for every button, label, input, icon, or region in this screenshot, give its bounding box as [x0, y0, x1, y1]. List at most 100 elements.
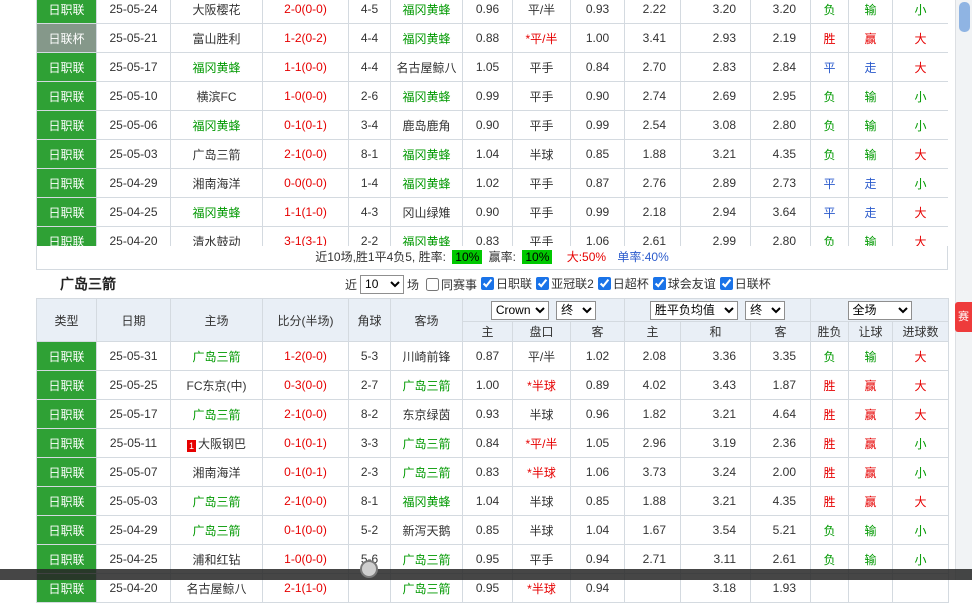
match-date: 25-04-29: [97, 516, 171, 545]
score: 2-1(0-0): [263, 400, 349, 429]
home-team[interactable]: 1大阪钢巴: [171, 429, 263, 458]
home-team[interactable]: 福冈黄蜂: [171, 198, 263, 227]
league-filter-checkbox[interactable]: [481, 277, 494, 290]
home-team[interactable]: 广岛三箭: [171, 400, 263, 429]
eu-draw-odds: 3.43: [681, 371, 751, 400]
score: 2-1(0-0): [263, 140, 349, 169]
corner-count: 3-3: [349, 429, 391, 458]
ah-away-odds: 0.84: [571, 53, 625, 82]
same-event-checkbox[interactable]: [426, 278, 439, 291]
league-badge: 日职联: [37, 140, 97, 169]
match-row: 日职联25-04-25福冈黄蜂1-1(1-0)4-3冈山绿雉0.90平手0.99…: [37, 198, 949, 227]
media-widget-icon[interactable]: [360, 560, 378, 578]
vertical-scrollbar[interactable]: [955, 0, 972, 580]
away-team[interactable]: 东京绿茵: [391, 400, 463, 429]
eu-draw-odds: 3.54: [681, 516, 751, 545]
eu-away-odds: 2.36: [751, 429, 811, 458]
league-filter[interactable]: 日联杯: [720, 275, 771, 292]
away-team[interactable]: 福冈黄蜂: [391, 227, 463, 247]
home-team[interactable]: 广岛三箭: [171, 342, 263, 371]
league-filter[interactable]: 日职联: [481, 275, 532, 292]
league-badge: 日职联: [37, 0, 97, 24]
home-team[interactable]: 福冈黄蜂: [171, 111, 263, 140]
league-filter[interactable]: 日超杯: [598, 275, 649, 292]
away-team[interactable]: 福冈黄蜂: [391, 140, 463, 169]
away-team[interactable]: 广岛三箭: [391, 458, 463, 487]
match-date: 25-05-31: [97, 342, 171, 371]
home-team[interactable]: 富山胜利: [171, 24, 263, 53]
ah-line: 半球: [513, 140, 571, 169]
eu-away-odds: 3.35: [751, 342, 811, 371]
goals-result-cell: 大: [893, 198, 949, 227]
corner-count: 4-5: [349, 0, 391, 24]
ah-away-odds: 1.02: [571, 342, 625, 371]
home-team[interactable]: 广岛三箭: [171, 516, 263, 545]
eu-away-odds: 2.95: [751, 82, 811, 111]
league-filter-checkbox[interactable]: [536, 277, 549, 290]
home-team[interactable]: FC东京(中): [171, 371, 263, 400]
odds-final-select[interactable]: 终: [556, 301, 596, 320]
away-team[interactable]: 名古屋鲸八: [391, 53, 463, 82]
eu-away-odds: 1.87: [751, 371, 811, 400]
recent-count-select[interactable]: 10: [360, 275, 404, 294]
match-date: 25-04-25: [97, 198, 171, 227]
away-team[interactable]: 福冈黄蜂: [391, 24, 463, 53]
match-row: 日职联25-05-17广岛三箭2-1(0-0)8-2东京绿茵0.93半球0.96…: [37, 400, 949, 429]
result-cell: 负: [811, 111, 849, 140]
eu-home-odds: 2.61: [625, 227, 681, 247]
handicap-result-cell: 赢: [849, 400, 893, 429]
ah-line: 半球: [513, 400, 571, 429]
col-ah-home: 主: [463, 322, 513, 342]
eu-draw-odds: 3.24: [681, 458, 751, 487]
away-team[interactable]: 福冈黄蜂: [391, 82, 463, 111]
home-team[interactable]: 清水鼓动: [171, 227, 263, 247]
home-team[interactable]: 横滨FC: [171, 82, 263, 111]
eu-draw-odds: 2.69: [681, 82, 751, 111]
away-team[interactable]: 冈山绿雉: [391, 198, 463, 227]
scrollbar-thumb[interactable]: [959, 2, 970, 32]
home-team[interactable]: 湘南海洋: [171, 458, 263, 487]
ah-away-odds: 1.06: [571, 227, 625, 247]
home-team[interactable]: 福冈黄蜂: [171, 53, 263, 82]
league-filter[interactable]: 亚冠联2: [536, 275, 594, 292]
away-team[interactable]: 川崎前锋: [391, 342, 463, 371]
league-badge: 日职联: [37, 227, 97, 247]
league-filter-checkbox[interactable]: [598, 277, 611, 290]
league-filter-checkbox[interactable]: [720, 277, 733, 290]
home-team[interactable]: 广岛三箭: [171, 140, 263, 169]
away-team[interactable]: 广岛三箭: [391, 429, 463, 458]
away-team[interactable]: 新泻天鹅: [391, 516, 463, 545]
goals-result-cell: 小: [893, 429, 949, 458]
match-date: 25-05-17: [97, 400, 171, 429]
match-date: 25-04-29: [97, 169, 171, 198]
same-event-filter[interactable]: 同赛事: [426, 276, 477, 293]
eu-home-odds: 2.76: [625, 169, 681, 198]
result-cell: 负: [811, 0, 849, 24]
home-team[interactable]: 湘南海洋: [171, 169, 263, 198]
floating-side-tab[interactable]: 赛: [955, 302, 972, 332]
same-event-label: 同赛事: [441, 276, 477, 293]
scope-select[interactable]: 全场: [848, 301, 912, 320]
match-row: 日职联25-04-29广岛三箭0-1(0-0)5-2新泻天鹅0.85半球1.04…: [37, 516, 949, 545]
eu-home-odds: 1.82: [625, 400, 681, 429]
league-filter[interactable]: 球会友谊: [653, 275, 716, 292]
wdl-average-select[interactable]: 胜平负均值: [650, 301, 738, 320]
league-filter-label: 亚冠联2: [551, 275, 594, 292]
league-filter-checkbox[interactable]: [653, 277, 666, 290]
filter-bar: 近 10 场 同赛事 日职联亚冠联2日超杯球会友谊日联杯: [342, 275, 771, 294]
summary-prefix: 近10场,胜1平4负5, 胜率:: [315, 250, 446, 264]
wdl-final-select[interactable]: 终: [745, 301, 785, 320]
result-cell: 平: [811, 53, 849, 82]
eu-home-odds: 2.74: [625, 82, 681, 111]
home-team[interactable]: 广岛三箭: [171, 487, 263, 516]
eu-away-odds: 4.35: [751, 487, 811, 516]
away-team[interactable]: 广岛三箭: [391, 371, 463, 400]
home-team[interactable]: 大阪樱花: [171, 0, 263, 24]
away-team[interactable]: 福冈黄蜂: [391, 487, 463, 516]
away-team[interactable]: 福冈黄蜂: [391, 0, 463, 24]
handicap-result-cell: 走: [849, 53, 893, 82]
away-team[interactable]: 福冈黄蜂: [391, 169, 463, 198]
eu-home-odds: 2.18: [625, 198, 681, 227]
away-team[interactable]: 鹿岛鹿角: [391, 111, 463, 140]
odds-company-select[interactable]: Crown: [491, 301, 549, 320]
